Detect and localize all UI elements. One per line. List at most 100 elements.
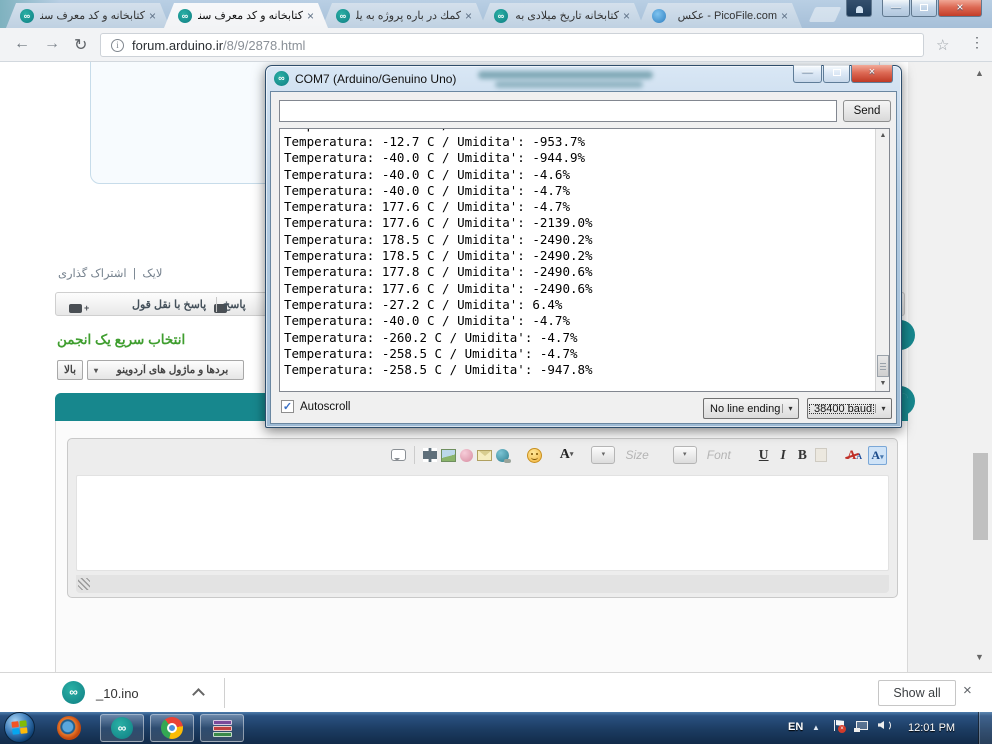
email-icon[interactable] (477, 450, 492, 461)
scroll-down-arrow[interactable]: ▼ (975, 652, 984, 662)
browser-tab-3[interactable]: ∞ كمك در باره پروژه به يك × (322, 3, 486, 28)
browser-menu-icon[interactable]: ⋮ (970, 34, 984, 51)
reply-textarea[interactable] (76, 475, 889, 571)
maximize-button[interactable] (823, 65, 850, 83)
hidden-icons-arrow[interactable]: ▲ (812, 723, 820, 732)
console-scroll-down[interactable]: ▼ (876, 377, 890, 391)
quote-icon[interactable] (391, 449, 406, 461)
serial-monitor-body: Send Temperatura: -40.0 C / Umidita': -4… (270, 91, 897, 424)
minimize-button[interactable]: — (793, 65, 822, 83)
chevron-down-icon: ▾ (94, 366, 98, 375)
refresh-button[interactable]: ↻ (74, 35, 87, 55)
console-scroll-thumb[interactable] (877, 355, 889, 377)
back-button[interactable]: ← (14, 35, 30, 53)
browser-tab-4[interactable]: ∞ كتابخانه تاريخ ميلادى به × (480, 3, 644, 28)
console-scroll-up[interactable]: ▲ (876, 129, 890, 143)
tab-close-icon[interactable]: × (623, 10, 630, 22)
size-label: Size (625, 448, 648, 462)
smiley-icon[interactable] (527, 448, 542, 463)
link-icon[interactable] (496, 449, 509, 462)
send-button[interactable]: Send (843, 100, 891, 122)
autoscroll-label: Autoscroll (300, 401, 351, 413)
serial-monitor-window[interactable]: ∞ COM7 (Arduino/Genuino Uno) — × Send Te… (265, 65, 902, 428)
download-filename[interactable]: _10.ino (96, 686, 139, 701)
taskbar-arduino-button[interactable]: ∞ (100, 714, 144, 742)
reply-with-quote-button[interactable]: پاسخ با نقل قول (132, 298, 206, 311)
remove-format-button[interactable]: AA (845, 447, 864, 463)
console-scrollbar[interactable]: ▲ ▼ (875, 129, 889, 391)
multiquote-icon[interactable] (69, 304, 82, 313)
forum-jump-value: بردها و ماژول های آردوینو (102, 364, 243, 376)
taskbar-winrar-button[interactable] (200, 714, 244, 742)
person-icon (856, 6, 863, 13)
close-button[interactable]: × (851, 65, 893, 83)
new-tab-button[interactable] (809, 7, 842, 22)
reply-editor: A▾ ▾ Size ▾ Font U I B AA A▾ (67, 438, 898, 598)
editor-statusbar (76, 575, 889, 593)
page-info-icon[interactable]: i (111, 39, 124, 52)
image-icon[interactable] (441, 449, 456, 462)
start-button[interactable] (4, 712, 35, 743)
window-maximize-button[interactable] (911, 0, 937, 17)
browser-tabstrip: ∞ كتابخانه و كد معرف سنس × ∞ كتابخانه و … (0, 0, 992, 28)
address-bar[interactable]: i forum.arduino.ir/8/9/2878.html (100, 33, 924, 57)
video-icon[interactable] (423, 448, 437, 462)
tab-close-icon[interactable]: × (307, 10, 314, 22)
page-scrollbar[interactable]: ▲ ▼ (970, 62, 992, 672)
window-minimize-button[interactable]: — (882, 0, 910, 17)
editor-mode-toggle[interactable]: A▾ (868, 446, 887, 465)
taskbar-chrome-button[interactable] (150, 714, 194, 742)
taskbar-clock[interactable]: 12:01 PM (908, 722, 955, 734)
download-chevron-icon[interactable] (192, 688, 205, 701)
browser-tab-5[interactable]: PicoFile.com - عكس × (638, 3, 802, 28)
resize-grip-icon[interactable] (78, 578, 90, 590)
unlink-icon[interactable] (460, 449, 473, 462)
scrollbar-thumb[interactable] (973, 453, 988, 540)
baud-rate-value: 38400 baud (808, 403, 875, 415)
chrome-icon (161, 717, 183, 739)
serial-input-field[interactable] (279, 100, 837, 122)
page-gutter (908, 62, 970, 672)
bookmark-star-icon[interactable]: ☆ (936, 36, 949, 54)
autoscroll-checkbox[interactable]: ✓ (281, 400, 294, 413)
paste-icon[interactable] (815, 448, 827, 462)
url-domain: forum.arduino.ir (132, 38, 223, 53)
like-share-separator: | (133, 268, 136, 280)
underline-button[interactable]: U (755, 447, 773, 463)
browser-tab-1[interactable]: ∞ كتابخانه و كد معرف سنس × (6, 3, 170, 28)
serial-monitor-controls: ✓ Autoscroll No line ending ▾ 38400 baud… (271, 392, 896, 425)
show-desktop-button[interactable] (978, 712, 992, 744)
go-top-button[interactable]: بالا (57, 360, 83, 380)
share-link[interactable]: اشتراک گذاری (58, 268, 127, 280)
language-indicator[interactable]: EN (788, 721, 803, 733)
baud-rate-dropdown[interactable]: 38400 baud ▾ (807, 398, 892, 419)
download-bar-close-icon[interactable]: × (963, 682, 972, 699)
line-ending-dropdown[interactable]: No line ending ▾ (703, 398, 799, 419)
action-center-flag-icon[interactable]: × (834, 720, 843, 731)
show-all-downloads-button[interactable]: Show all (878, 680, 956, 706)
font-color-button[interactable]: A▾ (560, 447, 574, 463)
reply-button[interactable]: پاسخ (223, 298, 246, 311)
tab-close-icon[interactable]: × (149, 10, 156, 22)
forward-button[interactable]: → (44, 35, 60, 53)
bold-button[interactable]: B (794, 447, 811, 463)
scroll-up-arrow[interactable]: ▲ (975, 68, 984, 78)
serial-monitor-titlebar[interactable]: ∞ COM7 (Arduino/Genuino Uno) — × (270, 66, 897, 91)
speaker-wave (882, 720, 891, 731)
like-share-row: لایک | اشتراک گذاری (58, 266, 162, 280)
network-icon[interactable] (856, 721, 868, 730)
italic-button[interactable]: I (777, 447, 790, 463)
toolbar-divider (414, 446, 415, 464)
tab-close-icon[interactable]: × (465, 10, 472, 22)
size-dropdown-button[interactable]: ▾ (591, 446, 615, 464)
browser-tab-2-active[interactable]: ∞ كتابخانه و كد معرف سنس × (164, 3, 328, 28)
url-text[interactable]: forum.arduino.ir/8/9/2878.html (132, 38, 305, 53)
like-link[interactable]: لایک (142, 268, 162, 280)
forum-jump-dropdown[interactable]: ▾ بردها و ماژول های آردوینو (87, 360, 244, 380)
taskbar-firefox-icon[interactable] (57, 716, 81, 740)
windows-logo-icon (11, 720, 27, 734)
window-close-button[interactable]: × (938, 0, 982, 17)
font-dropdown-button[interactable]: ▾ (673, 446, 697, 464)
tab-close-icon[interactable]: × (781, 10, 788, 22)
profile-button[interactable] (846, 0, 872, 17)
